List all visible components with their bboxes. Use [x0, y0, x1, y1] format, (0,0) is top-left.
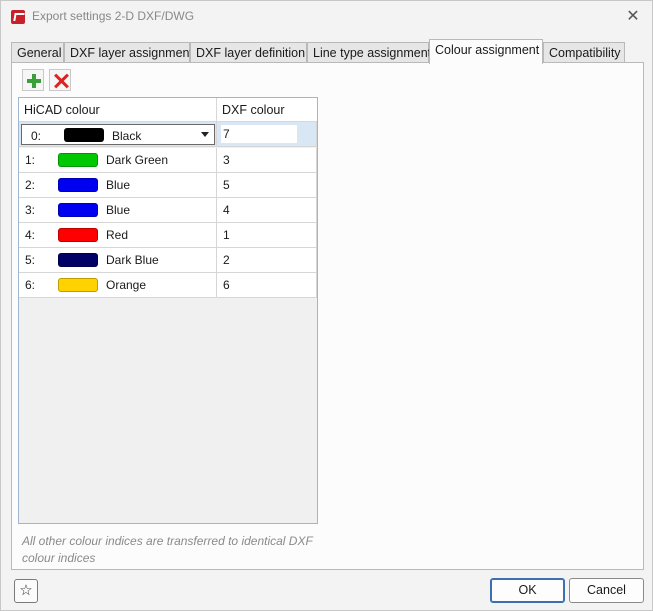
- tab-colour-assignment[interactable]: Colour assignment: [429, 39, 543, 64]
- colour-name: Dark Blue: [106, 253, 159, 267]
- hicad-colour-cell: 3: Blue: [19, 198, 217, 223]
- hicad-colour-cell: 2: Blue: [19, 173, 217, 198]
- colour-index-label: 4:: [25, 228, 36, 242]
- table-row[interactable]: 6: Orange 6: [19, 273, 317, 298]
- tab-general[interactable]: General: [11, 42, 64, 63]
- add-plus-icon: [27, 74, 41, 88]
- colour-index-label: 1:: [25, 153, 36, 167]
- dxf-colour-index-cell[interactable]: 1: [217, 223, 317, 248]
- dxf-colour-index-value: 6: [223, 278, 230, 292]
- dxf-colour-index-cell[interactable]: 5: [217, 173, 317, 198]
- chevron-down-icon[interactable]: [201, 132, 209, 137]
- delete-x-icon: [53, 73, 69, 89]
- colour-swatch: [58, 253, 98, 267]
- hicad-colour-cell: 1: Dark Green: [19, 148, 217, 173]
- colour-index-label: 0:: [31, 129, 42, 143]
- dxf-colour-index-cell: [217, 122, 317, 147]
- colour-swatch: [64, 128, 104, 142]
- column-header-hicad-colour[interactable]: HiCAD colour: [19, 98, 217, 122]
- dxf-colour-index-value: 5: [223, 178, 230, 192]
- tab-compatibility[interactable]: Compatibility: [543, 42, 625, 63]
- dxf-colour-index-value: 1: [223, 228, 230, 242]
- close-button[interactable]: ✕: [623, 7, 643, 27]
- hicad-colour-cell: 0: Black: [19, 122, 217, 147]
- colour-swatch: [58, 203, 98, 217]
- colour-index-label: 2:: [25, 178, 36, 192]
- colour-name: Red: [106, 228, 129, 242]
- ok-button[interactable]: OK: [490, 578, 565, 603]
- hicad-colour-cell: 6: Orange: [19, 273, 217, 298]
- export-settings-dialog: Export settings 2-D DXF/DWG ✕ General DX…: [0, 0, 653, 611]
- hicad-app-icon: [11, 10, 25, 24]
- hicad-colour-cell: 5: Dark Blue: [19, 248, 217, 273]
- dxf-colour-index-input[interactable]: [221, 125, 297, 143]
- colour-indices-note: All other colour indices are transferred…: [22, 534, 313, 565]
- table-header: HiCAD colour DXF colour index: [19, 98, 317, 141]
- favorites-button[interactable]: ☆: [14, 579, 38, 603]
- dxf-colour-index-value: 3: [223, 153, 230, 167]
- hicad-colour-cell: 4: Red: [19, 223, 217, 248]
- window-title: Export settings 2-D DXF/DWG: [32, 9, 195, 23]
- tab-line-type-assignment[interactable]: Line type assignment: [307, 42, 431, 63]
- table-row[interactable]: 5: Dark Blue 2: [19, 248, 317, 273]
- tab-dxf-layer-assignment[interactable]: DXF layer assignment: [64, 42, 193, 63]
- add-row-button[interactable]: [22, 69, 44, 91]
- colour-swatch: [58, 153, 98, 167]
- dxf-colour-index-value: 2: [223, 253, 230, 267]
- colour-name: Blue: [106, 178, 131, 192]
- colour-swatch: [58, 178, 98, 192]
- colour-name: Dark Green: [106, 153, 169, 167]
- table-row[interactable]: 2: Blue 5: [19, 173, 317, 198]
- column-header-dxf-colour-index[interactable]: DXF colour index: [217, 98, 317, 141]
- star-icon: ☆: [19, 582, 33, 599]
- table-row[interactable]: 3: Blue 4: [19, 198, 317, 223]
- colour-index-label: 6:: [25, 278, 36, 292]
- tab-dxf-layer-definition[interactable]: DXF layer definition: [190, 42, 307, 63]
- dxf-colour-index-cell[interactable]: 4: [217, 198, 317, 223]
- dxf-colour-index-value: 4: [223, 203, 230, 217]
- colour-name: Blue: [106, 203, 131, 217]
- colour-swatch: [58, 228, 98, 242]
- colour-name: Black: [112, 129, 142, 143]
- table-row[interactable]: 1: Dark Green 3: [19, 148, 317, 173]
- dxf-colour-index-cell[interactable]: 3: [217, 148, 317, 173]
- delete-row-button[interactable]: [49, 69, 71, 91]
- title-bar: Export settings 2-D DXF/DWG ✕: [1, 1, 652, 33]
- colour-index-label: 5:: [25, 253, 36, 267]
- table-row-selected[interactable]: 0: Black: [19, 122, 317, 147]
- cancel-button[interactable]: Cancel: [569, 578, 644, 603]
- dxf-colour-index-cell[interactable]: 6: [217, 273, 317, 298]
- colour-index-label: 3:: [25, 203, 36, 217]
- dxf-colour-index-cell[interactable]: 2: [217, 248, 317, 273]
- hicad-colour-dropdown[interactable]: 0: Black: [21, 124, 215, 145]
- colour-assignment-table: HiCAD colour DXF colour index 0: Black 1…: [18, 97, 318, 524]
- colour-swatch: [58, 278, 98, 292]
- table-row[interactable]: 4: Red 1: [19, 223, 317, 248]
- colour-name: Orange: [106, 278, 147, 292]
